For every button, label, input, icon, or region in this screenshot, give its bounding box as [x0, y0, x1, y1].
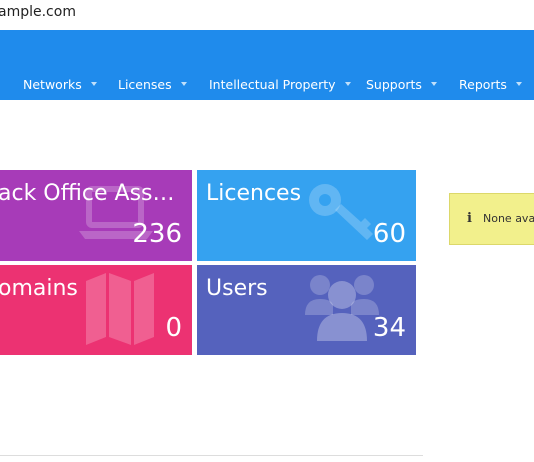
nav-licenses[interactable]: Licenses — [118, 76, 187, 92]
tile-licences-count: 60 — [372, 219, 406, 249]
tile-users-title: Users — [206, 276, 268, 301]
tile-licences-title: Licences — [206, 181, 302, 206]
nav-supports[interactable]: Supports — [366, 76, 437, 92]
users-icon — [305, 275, 379, 341]
nav-intellectual-property[interactable]: Intellectual Property — [209, 76, 351, 92]
address-bar-url[interactable]: ample.com — [0, 4, 76, 20]
chevron-down-icon — [344, 82, 351, 86]
chevron-down-icon — [515, 82, 522, 86]
tile-domains-title: omains — [0, 276, 78, 301]
key-icon — [309, 184, 373, 240]
tile-back-office-title: ack Office Ass… — [0, 181, 175, 206]
tile-domains[interactable]: omains 0 — [0, 265, 192, 355]
map-icon — [86, 273, 154, 345]
divider — [0, 455, 423, 456]
info-alert: i None ava — [449, 193, 534, 245]
top-navbar: Networks Licenses Intellectual Property … — [0, 30, 534, 100]
nav-networks[interactable]: Networks — [23, 76, 97, 92]
tile-users[interactable]: Users 34 — [197, 265, 416, 355]
nav-reports-label: Reports — [459, 76, 507, 92]
chevron-down-icon — [180, 82, 187, 86]
page: ample.com Networks Licenses Intellectual… — [0, 0, 534, 462]
info-icon: i — [467, 211, 472, 226]
nav-networks-label: Networks — [23, 76, 82, 92]
info-alert-text: None ava — [483, 212, 534, 225]
chevron-down-icon — [90, 82, 97, 86]
tile-users-count: 34 — [372, 313, 406, 343]
nav-supports-label: Supports — [366, 76, 422, 92]
tile-back-office-assets[interactable]: ack Office Ass… 236 — [0, 170, 192, 261]
nav-licenses-label: Licenses — [118, 76, 172, 92]
tile-domains-count: 0 — [165, 313, 182, 343]
nav-reports[interactable]: Reports — [459, 76, 522, 92]
tile-licences[interactable]: Licences 60 — [197, 170, 416, 261]
chevron-down-icon — [430, 82, 437, 86]
tile-back-office-count: 236 — [132, 219, 182, 249]
nav-intellectual-property-label: Intellectual Property — [209, 76, 336, 92]
